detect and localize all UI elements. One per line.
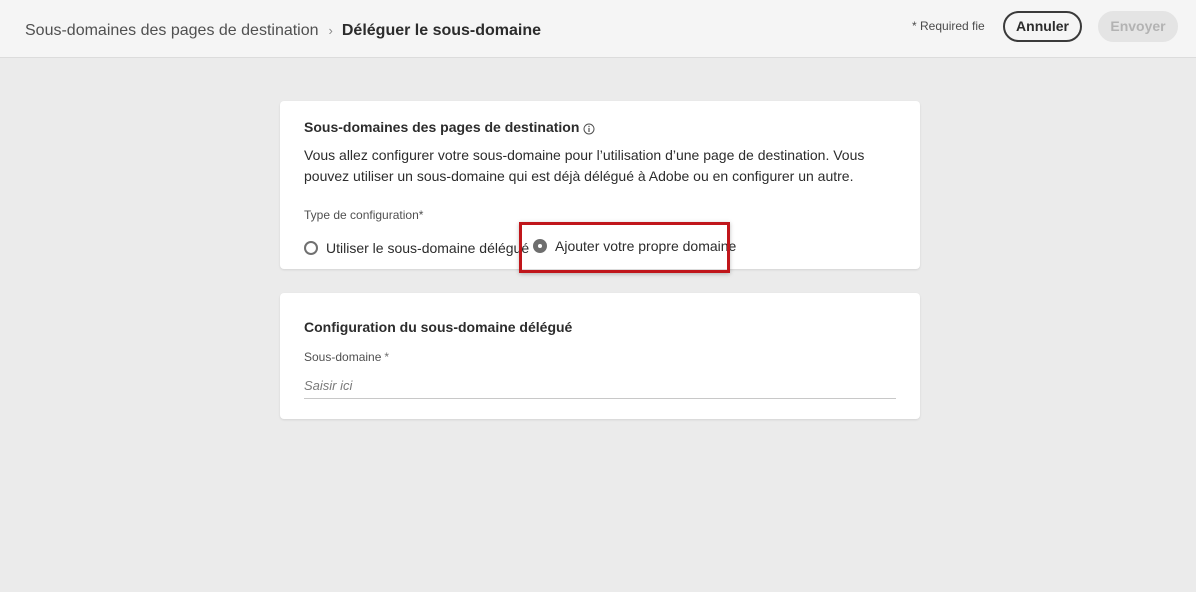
chevron-right-icon: › bbox=[328, 23, 333, 38]
config-card-description: Vous allez configurer votre sous-domaine… bbox=[304, 147, 865, 184]
info-icon[interactable] bbox=[583, 121, 595, 135]
subdomain-label-text: Sous-domaine bbox=[304, 350, 382, 364]
page-title: Déléguer le sous-domaine bbox=[341, 22, 542, 39]
subdomain-config-card: Configuration du sous-domaine délégué So… bbox=[280, 293, 920, 419]
config-card-title: Sous-domaines des pages de destination bbox=[304, 118, 595, 136]
required-note: * Required fie bbox=[912, 19, 985, 33]
cancel-button[interactable]: Annuler bbox=[1003, 11, 1082, 42]
radio-checked-icon[interactable] bbox=[533, 239, 547, 253]
required-asterisk: * bbox=[384, 350, 390, 364]
config-type-card: Sous-domaines des pages de destination V… bbox=[280, 101, 920, 273]
radio-label: Ajouter votre propre domaine bbox=[555, 238, 737, 254]
send-button[interactable]: Envoyer bbox=[1098, 11, 1178, 42]
top-bar: Sous-domaines des pages de destination ›… bbox=[0, 0, 1196, 58]
radio-unchecked-icon[interactable] bbox=[304, 241, 318, 255]
subdomain-card-title: Configuration du sous-domaine délégué bbox=[304, 319, 573, 335]
radio-add-own-domain[interactable]: Ajouter votre propre domaine bbox=[533, 236, 736, 256]
radio-label: Utiliser le sous-domaine délégué bbox=[326, 240, 530, 256]
subdomain-input[interactable] bbox=[304, 373, 896, 399]
config-type-label: Type de configuration* bbox=[304, 208, 424, 222]
subdomain-field-label: Sous-domaine * bbox=[304, 349, 389, 365]
config-card-title-text: Sous-domaines des pages de destination bbox=[304, 119, 580, 135]
breadcrumb: Sous-domaines des pages de destination ›… bbox=[25, 21, 541, 41]
breadcrumb-parent-link[interactable]: Sous-domaines des pages de destination bbox=[25, 21, 319, 41]
radio-use-delegated-subdomain[interactable]: Utiliser le sous-domaine délégué bbox=[304, 238, 529, 258]
